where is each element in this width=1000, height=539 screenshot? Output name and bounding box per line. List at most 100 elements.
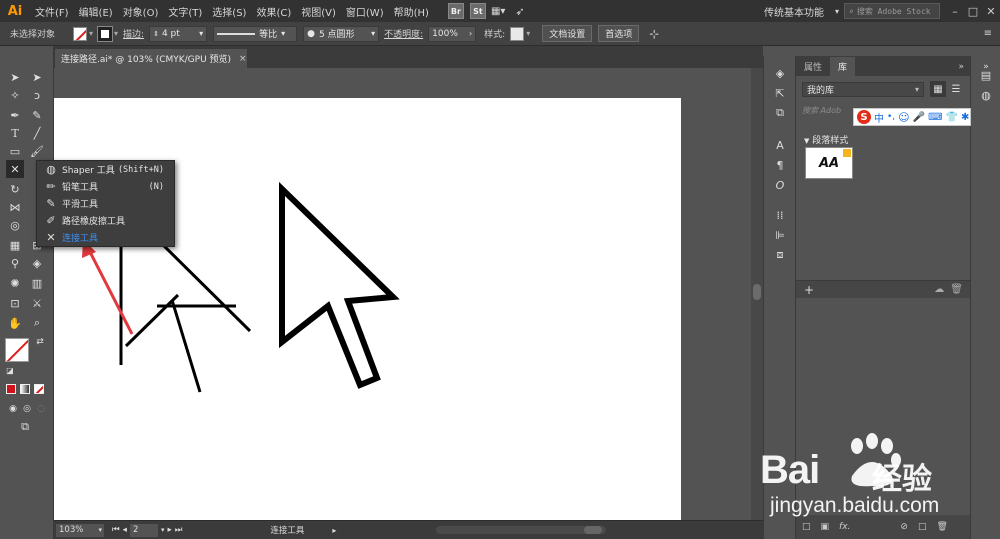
- horizontal-scrollbar[interactable]: [436, 526, 607, 534]
- skin-icon[interactable]: 👕: [946, 112, 958, 123]
- opacity-label[interactable]: 不透明度:: [384, 27, 423, 40]
- menu-help[interactable]: 帮助(H): [389, 4, 434, 19]
- width-tool-icon[interactable]: ⋈: [6, 198, 24, 216]
- color-mode-button[interactable]: [6, 384, 16, 394]
- trash-icon[interactable]: 🗑: [950, 284, 963, 295]
- default-colors-icon[interactable]: ◪: [4, 364, 16, 376]
- maximize-button[interactable]: □: [964, 5, 982, 18]
- layers-icon[interactable]: ◈: [771, 64, 789, 82]
- preferences-button[interactable]: 首选项: [598, 25, 640, 42]
- cloud-sync-icon[interactable]: ☁: [934, 284, 944, 295]
- section-header[interactable]: ▼ 段落样式: [804, 133, 848, 146]
- draw-inside-icon[interactable]: ◌: [32, 400, 50, 418]
- microphone-icon[interactable]: 🎤: [913, 112, 925, 123]
- clear-icon[interactable]: ⊘: [900, 522, 908, 532]
- stock-button[interactable]: St: [469, 3, 486, 19]
- export-icon[interactable]: ⇱: [771, 84, 789, 102]
- opacity-field[interactable]: 100% ›: [428, 25, 477, 42]
- document-tab[interactable]: 连接路径.ai* @ 103% (CMYK/GPU 预览) ×: [54, 48, 248, 68]
- align-options-icon[interactable]: ⊹: [649, 27, 659, 41]
- zoom-level-field[interactable]: 103% ▾: [56, 523, 104, 537]
- list-view-icon[interactable]: ☰: [948, 81, 964, 97]
- creative-cloud-libraries-icon[interactable]: ◍: [977, 86, 995, 104]
- panel-menu-icon[interactable]: ≡: [984, 28, 992, 39]
- flyout-item-join[interactable]: ✕ 连接工具: [37, 229, 174, 246]
- library-search-input[interactable]: 搜索 Adob: [802, 105, 852, 116]
- pen-tool-icon[interactable]: ✒: [6, 106, 24, 124]
- menu-select[interactable]: 选择(S): [207, 4, 251, 19]
- chevron-down-icon[interactable]: ▾: [89, 29, 93, 38]
- paragraph-style-thumbnail[interactable]: AA: [805, 147, 853, 179]
- paragraph-icon[interactable]: ¶: [771, 156, 789, 174]
- perspective-grid-tool-icon[interactable]: ▦: [6, 236, 24, 254]
- none-mode-button[interactable]: [34, 384, 44, 394]
- flyout-item-smooth[interactable]: ✎ 平滑工具: [37, 195, 174, 212]
- screen-mode-icon[interactable]: ⧉: [16, 418, 34, 436]
- workspace-switcher[interactable]: 传统基本功能: [758, 4, 830, 19]
- punctuation-icon[interactable]: •,: [887, 112, 895, 122]
- tab-libraries[interactable]: 库: [830, 57, 856, 76]
- library-select[interactable]: 我的库 ▾: [802, 82, 924, 97]
- canvas-area[interactable]: [54, 68, 751, 520]
- selection-tool-icon[interactable]: ➤: [6, 68, 24, 86]
- menu-view[interactable]: 视图(V): [296, 4, 341, 19]
- toolbox-icon[interactable]: ✱: [961, 112, 969, 123]
- emoji-icon[interactable]: ☺: [898, 111, 909, 124]
- first-artboard-icon[interactable]: ⏮: [112, 525, 120, 535]
- hand-tool-icon[interactable]: ✋: [6, 314, 24, 332]
- keyboard-icon[interactable]: ⌨: [928, 112, 942, 123]
- document-setup-button[interactable]: 文档设置: [542, 25, 593, 42]
- variable-width-profile[interactable]: 等比 ▾: [213, 25, 298, 42]
- flyout-item-shaper[interactable]: ◍ Shaper 工具 (Shift+N): [37, 161, 174, 178]
- menu-effect[interactable]: 效果(C): [251, 4, 296, 19]
- add-content-icon[interactable]: +: [804, 283, 814, 297]
- grid-view-icon[interactable]: ▦: [930, 81, 946, 97]
- last-artboard-icon[interactable]: ⏭: [175, 525, 183, 535]
- pathfinder-icon[interactable]: ⧈: [771, 246, 789, 264]
- swap-fill-stroke-icon[interactable]: ⇄: [34, 336, 46, 348]
- close-icon[interactable]: ×: [239, 54, 247, 64]
- next-artboard-icon[interactable]: ▸: [167, 525, 171, 535]
- character-icon[interactable]: A: [771, 136, 789, 154]
- send-icon[interactable]: ➶: [510, 5, 529, 18]
- eyedropper-tool-icon[interactable]: ⚲: [6, 254, 24, 272]
- close-window-button[interactable]: ✕: [982, 5, 1000, 18]
- flyout-item-pencil[interactable]: ✏ 铅笔工具 (N): [37, 178, 174, 195]
- new-item-icon[interactable]: □: [802, 522, 811, 532]
- symbol-sprayer-tool-icon[interactable]: ✺: [6, 274, 24, 292]
- transform-icon[interactable]: ⁞⁞: [771, 206, 789, 224]
- scrollbar-thumb[interactable]: [584, 526, 603, 534]
- vertical-scrollbar[interactable]: [751, 68, 763, 520]
- slice-tool-icon[interactable]: ⚔: [28, 294, 46, 312]
- minimize-button[interactable]: –: [946, 5, 964, 18]
- menu-object[interactable]: 对象(O): [118, 4, 164, 19]
- delete-icon[interactable]: 🗑: [936, 522, 947, 532]
- chevron-down-icon[interactable]: ▾: [526, 29, 530, 38]
- stroke-label[interactable]: 描边:: [123, 27, 144, 40]
- gradient-mode-button[interactable]: [20, 384, 30, 394]
- chevron-down-icon[interactable]: ▾: [114, 29, 118, 38]
- artboards-icon[interactable]: ⧉: [771, 104, 789, 122]
- rectangle-tool-icon[interactable]: ▭: [6, 142, 24, 160]
- stroke-weight-field[interactable]: ⇕ 4 pt ▾: [149, 25, 208, 42]
- workspace-dropdown-icon[interactable]: ▾: [830, 7, 844, 16]
- line-tool-icon[interactable]: ╱: [28, 124, 46, 142]
- duplicate-icon[interactable]: ▣: [821, 522, 830, 532]
- properties-panel-icon[interactable]: ▤: [977, 66, 995, 84]
- brush-definition[interactable]: ● 5 点圆形 ▾: [303, 25, 380, 42]
- column-graph-tool-icon[interactable]: ▥: [28, 274, 46, 292]
- flyout-item-path-eraser[interactable]: ✐ 路径橡皮擦工具: [37, 212, 174, 229]
- arrange-documents-icon[interactable]: ▦▾: [486, 6, 510, 17]
- prev-artboard-icon[interactable]: ◂: [123, 525, 127, 535]
- magic-wand-tool-icon[interactable]: ✧: [6, 86, 24, 104]
- type-tool-icon[interactable]: T: [6, 124, 24, 142]
- stroke-swatch[interactable]: [97, 25, 114, 42]
- join-tool-icon[interactable]: ✕: [6, 160, 24, 178]
- tab-properties[interactable]: 属性: [796, 57, 830, 76]
- menu-edit[interactable]: 编辑(E): [74, 4, 118, 19]
- shape-builder-tool-icon[interactable]: ◎: [6, 216, 24, 234]
- menu-window[interactable]: 窗口(W): [341, 4, 389, 19]
- artboard-number-field[interactable]: 2: [129, 523, 158, 537]
- artboard-tool-icon[interactable]: ⊡: [6, 294, 24, 312]
- sogou-logo[interactable]: S: [857, 110, 871, 124]
